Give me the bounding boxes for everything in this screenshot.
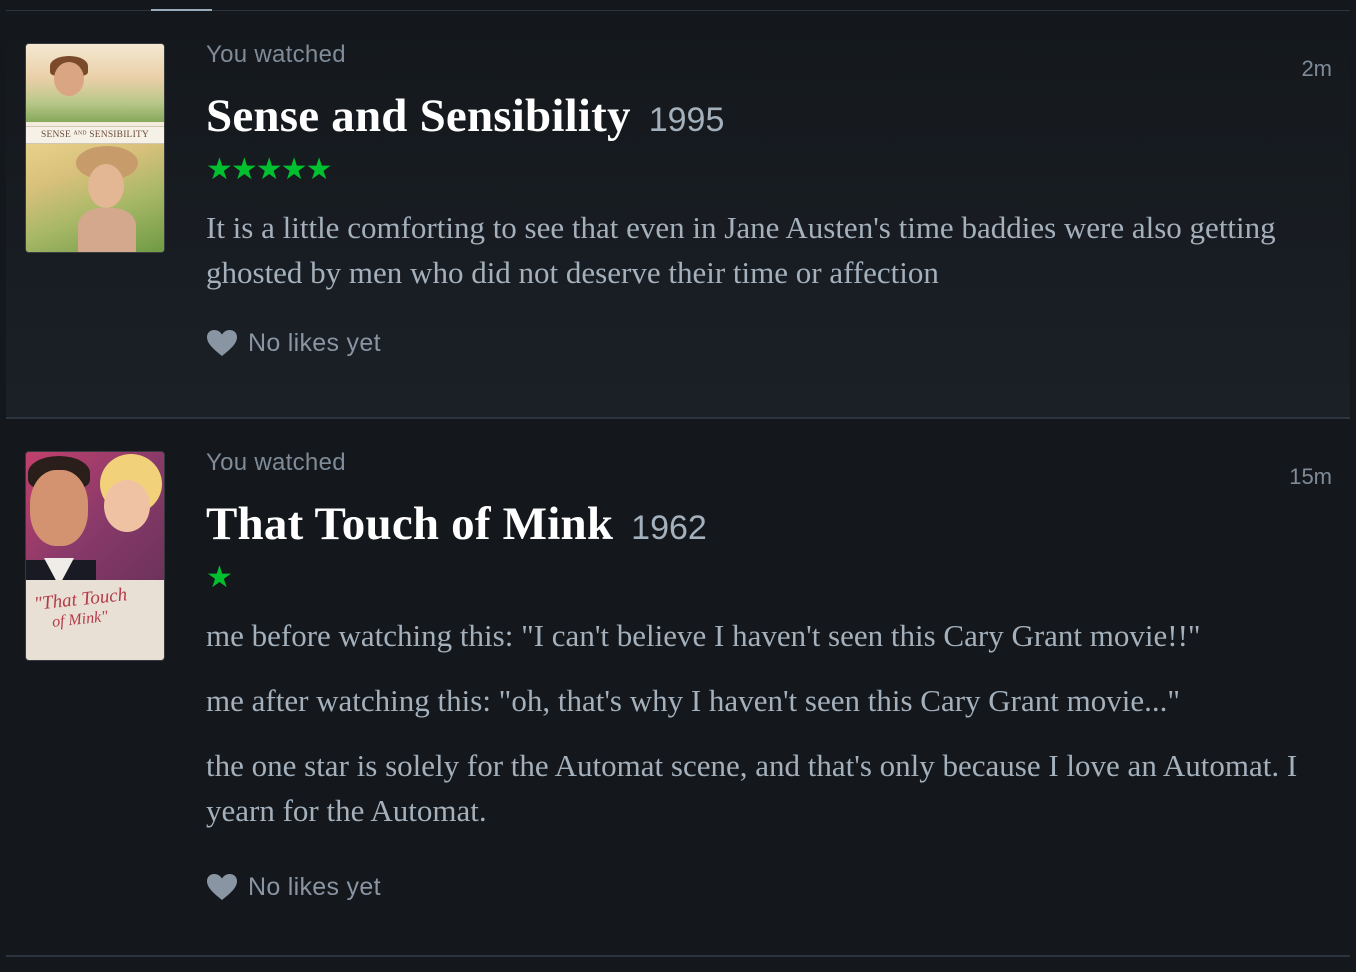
activity-label: You watched — [206, 41, 346, 68]
review-body[interactable]: me before watching this: "I can't believ… — [206, 613, 1330, 833]
film-year-link[interactable]: 1962 — [631, 509, 707, 547]
film-year-link[interactable]: 1995 — [649, 101, 725, 139]
heart-icon[interactable] — [206, 329, 238, 357]
entry-divider — [6, 955, 1350, 957]
heart-icon[interactable] — [206, 873, 238, 901]
likes-row: No likes yet — [206, 323, 1330, 363]
review-paragraph: me before watching this: "I can't believ… — [206, 618, 1201, 653]
poster-title-panel: "That Touch of Mink" — [26, 580, 164, 660]
star-rating: ★★★★★ — [206, 153, 332, 186]
poster-figure-woman — [104, 480, 150, 532]
poster-title-band: SENSE ᴬᴺᴰ SENSIBILITY — [26, 126, 164, 144]
likes-count[interactable]: No likes yet — [248, 873, 381, 902]
review-paragraph: It is a little comforting to see that ev… — [206, 210, 1276, 290]
poster-title-text: SENSE ᴬᴺᴰ SENSIBILITY — [41, 130, 149, 140]
likes-row: No likes yet — [206, 867, 1330, 907]
entry-content: You watched Sense and Sensibility 1995 ★★… — [206, 39, 1330, 363]
title-row: That Touch of Mink 1962 — [206, 497, 1330, 551]
poster-figure-man — [30, 470, 88, 546]
film-poster[interactable]: "That Touch of Mink" — [26, 452, 164, 660]
activity-entry: SENSE ᴬᴺᴰ SENSIBILITY 2m You watched Sen… — [6, 11, 1350, 418]
likes-count[interactable]: No likes yet — [248, 329, 381, 358]
entry-content: You watched That Touch of Mink 1962 ★ me … — [206, 447, 1330, 907]
activity-label: You watched — [206, 449, 346, 476]
poster-image-bottom — [26, 144, 164, 252]
review-paragraph: the one star is solely for the Automat s… — [206, 748, 1298, 828]
poster-title-line2: of Mink" — [51, 608, 109, 631]
film-title-link[interactable]: That Touch of Mink — [206, 498, 613, 550]
title-row: Sense and Sensibility 1995 — [206, 89, 1330, 143]
star-rating: ★ — [206, 561, 233, 594]
film-poster[interactable]: SENSE ᴬᴺᴰ SENSIBILITY — [26, 44, 164, 252]
film-title-link[interactable]: Sense and Sensibility — [206, 90, 631, 142]
activity-entry: "That Touch of Mink" 15m You watched Tha… — [6, 419, 1350, 956]
review-paragraph: me after watching this: "oh, that's why … — [206, 683, 1181, 718]
poster-image-top — [26, 44, 164, 122]
review-body[interactable]: It is a little comforting to see that ev… — [206, 205, 1330, 295]
